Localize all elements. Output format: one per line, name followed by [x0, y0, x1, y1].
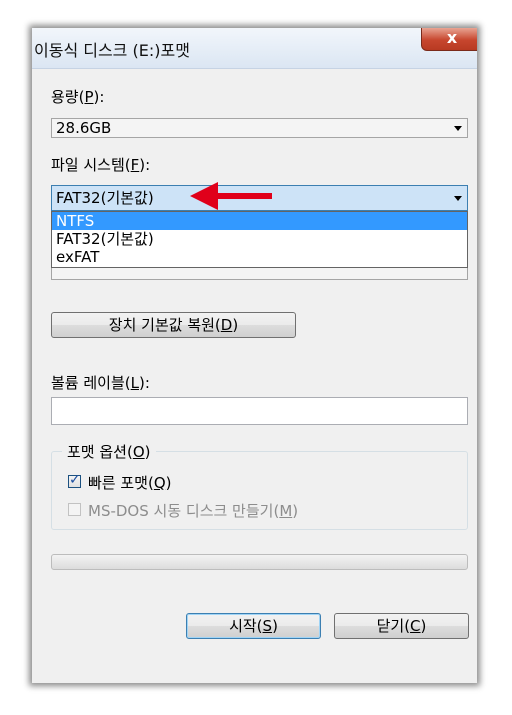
dropdown-option-exfat[interactable]: exFAT — [52, 248, 467, 266]
restore-defaults-button[interactable]: 장치 기본값 복원(D) — [51, 312, 296, 338]
quick-format-checkbox[interactable]: ✓ — [68, 472, 81, 488]
capacity-value: 28.6GB — [56, 119, 112, 137]
volume-label-input[interactable] — [51, 397, 468, 425]
format-options-title: 포맷 옵션(O) — [62, 441, 156, 462]
start-button[interactable]: 시작(S) — [186, 613, 321, 639]
quick-format-label[interactable]: 빠른 포맷(Q) — [88, 472, 172, 493]
window-title: 이동식 디스크 (E:)포맷 — [34, 41, 190, 60]
close-window-button[interactable]: x — [421, 28, 477, 51]
volume-label: 볼륨 레이블(L): — [51, 374, 150, 392]
chevron-down-icon — [454, 126, 462, 131]
msdos-startup-label: MS-DOS 시동 디스크 만들기(M) — [88, 502, 299, 520]
title-bar[interactable]: 이동식 디스크 (E:)포맷 x — [32, 28, 477, 69]
close-button[interactable]: 닫기(C) — [334, 613, 469, 639]
checkmark-icon: ✓ — [69, 472, 81, 488]
annotation-arrow-icon — [190, 182, 272, 210]
dropdown-option-fat32[interactable]: FAT32(기본값) — [52, 230, 467, 248]
chevron-down-icon — [454, 196, 462, 201]
capacity-label: 용량(P): — [51, 88, 105, 106]
filesystem-value: FAT32(기본값) — [56, 189, 154, 207]
format-progress-bar — [51, 554, 468, 570]
annotation-arrow-head — [190, 182, 218, 210]
filesystem-label: 파일 시스템(F): — [51, 156, 151, 174]
close-icon: x — [446, 28, 458, 47]
filesystem-dropdown-list: NTFS FAT32(기본값) exFAT — [51, 211, 468, 268]
annotation-arrow-shaft — [210, 193, 272, 199]
dropdown-option-ntfs[interactable]: NTFS — [52, 212, 467, 230]
msdos-startup-checkbox[interactable] — [68, 503, 81, 516]
capacity-select[interactable]: 28.6GB — [51, 118, 468, 138]
